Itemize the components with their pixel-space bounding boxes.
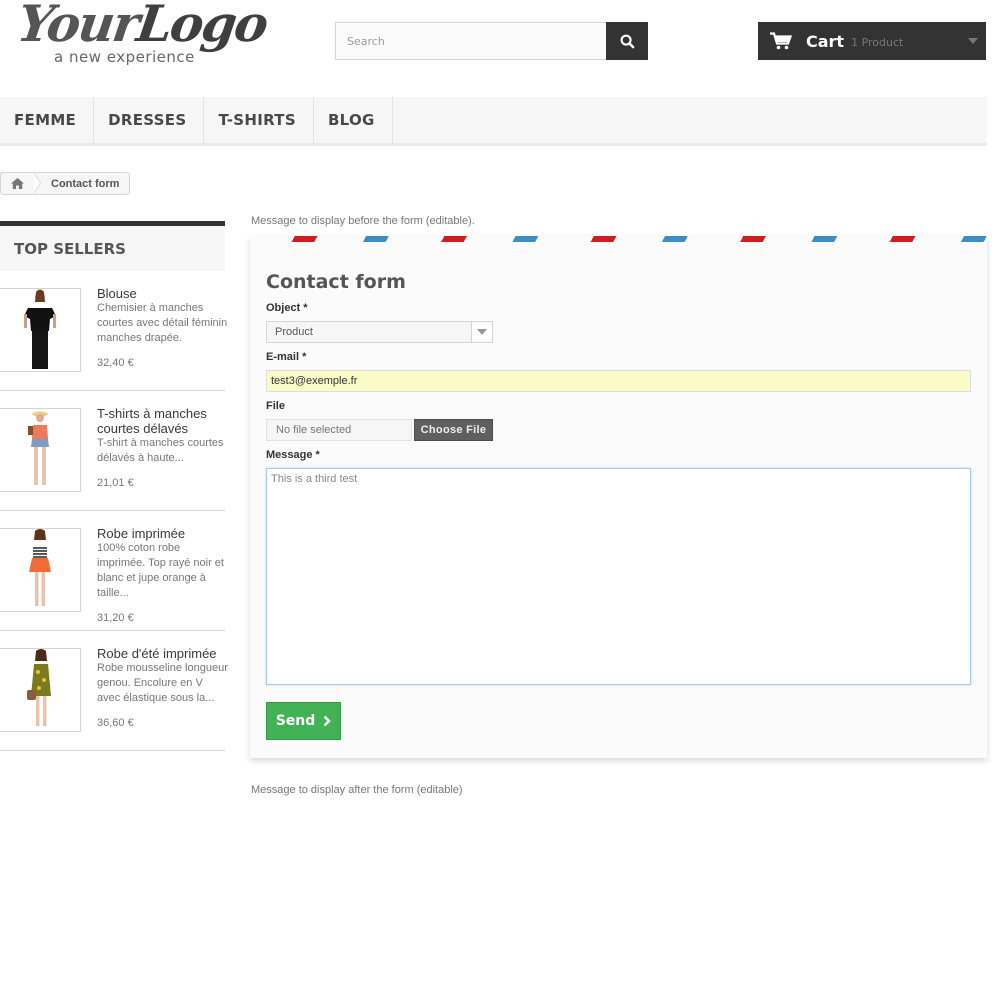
breadcrumb-home[interactable] (1, 173, 41, 194)
send-label: Send (275, 713, 316, 729)
product-price: 21,01 € (97, 477, 134, 489)
object-select[interactable]: Product (266, 321, 493, 343)
form-title: Contact form (266, 271, 406, 293)
product-description: 100% coton robe imprimée. Top rayé noir … (97, 542, 224, 599)
product-item: Blouse Chemisier à manches courtes avec … (0, 271, 227, 391)
after-form-message: Message to display after the form (edita… (251, 784, 463, 796)
home-icon (10, 178, 24, 189)
product-image-summer-dress[interactable] (0, 648, 81, 732)
logo-tagline: a new experience (54, 48, 195, 66)
email-label: E-mail * (266, 351, 307, 363)
top-sellers-block: TOP SELLERS Blouse Chemisier à manches c… (0, 221, 228, 751)
menu-item-femme[interactable]: FEMME (0, 97, 95, 143)
product-price: 31,20 € (97, 612, 134, 624)
menu-item-dresses[interactable]: DRESSES (94, 97, 205, 143)
cart-label: Cart (806, 31, 845, 51)
site-logo[interactable]: YourLogo a new experience (14, 0, 271, 70)
top-sellers-title[interactable]: TOP SELLERS (0, 221, 225, 271)
chevron-right-icon (323, 715, 331, 727)
logo-script: YourLogo (14, 0, 271, 53)
search-button[interactable] (606, 22, 648, 60)
logo-word-1: Your (13, 0, 142, 53)
contact-form: Contact form Object * Product E-mail * F… (250, 236, 987, 758)
product-description: Robe mousseline longueur genou. Encolure… (97, 662, 228, 704)
cart-quantity: 1 Product (851, 36, 904, 49)
breadcrumb-current: Contact form (51, 177, 120, 190)
search-icon (620, 34, 634, 48)
product-item: T-shirts à manches courtes délavés T-shi… (0, 391, 225, 511)
before-form-message: Message to display before the form (edit… (251, 215, 475, 227)
file-status: No file selected (266, 419, 412, 441)
menu-item-blog[interactable]: BLOG (314, 97, 393, 143)
chevron-down-icon (477, 329, 487, 335)
product-name[interactable]: Robe imprimée (97, 526, 229, 541)
object-select-value: Product (275, 326, 313, 338)
file-label: File (266, 400, 285, 412)
select-arrow[interactable] (471, 322, 492, 342)
product-image-printed-dress[interactable] (0, 528, 81, 612)
product-price: 32,40 € (97, 357, 134, 369)
main-menu: FEMME DRESSES T-SHIRTS BLOG (0, 97, 987, 146)
search-bar (335, 22, 648, 60)
message-label: Message * (266, 449, 320, 461)
cart-button[interactable]: Cart 1 Product (758, 22, 986, 60)
logo-word-2: Logo (133, 0, 271, 53)
product-name[interactable]: Robe d'été imprimée (97, 646, 229, 661)
product-item: Robe d'été imprimée Robe mousseline long… (0, 631, 228, 751)
product-item: Robe imprimée 100% coton robe imprimée. … (0, 511, 225, 631)
menu-item-tshirts[interactable]: T-SHIRTS (204, 97, 314, 143)
send-button[interactable]: Send (266, 702, 341, 740)
message-textarea[interactable]: This is a third test (266, 468, 971, 685)
email-field[interactable] (266, 370, 971, 392)
product-image-tshirt[interactable] (0, 408, 81, 492)
choose-file-button[interactable]: Choose File (414, 419, 493, 441)
search-input[interactable] (335, 22, 606, 60)
product-description: Chemisier à manches courtes avec détail … (97, 302, 228, 344)
product-description: T-shirt à manches courtes délavés à haut… (97, 437, 224, 464)
breadcrumb: Contact form (0, 172, 131, 195)
product-name[interactable]: Blouse (97, 286, 229, 301)
product-price: 36,60 € (97, 717, 134, 729)
airmail-stripe (250, 236, 987, 242)
caret-down-icon (968, 38, 978, 44)
object-label: Object * (266, 302, 308, 314)
product-name[interactable]: T-shirts à manches courtes délavés (97, 406, 229, 436)
product-image-blouse[interactable] (0, 288, 81, 372)
cart-icon (770, 32, 792, 50)
